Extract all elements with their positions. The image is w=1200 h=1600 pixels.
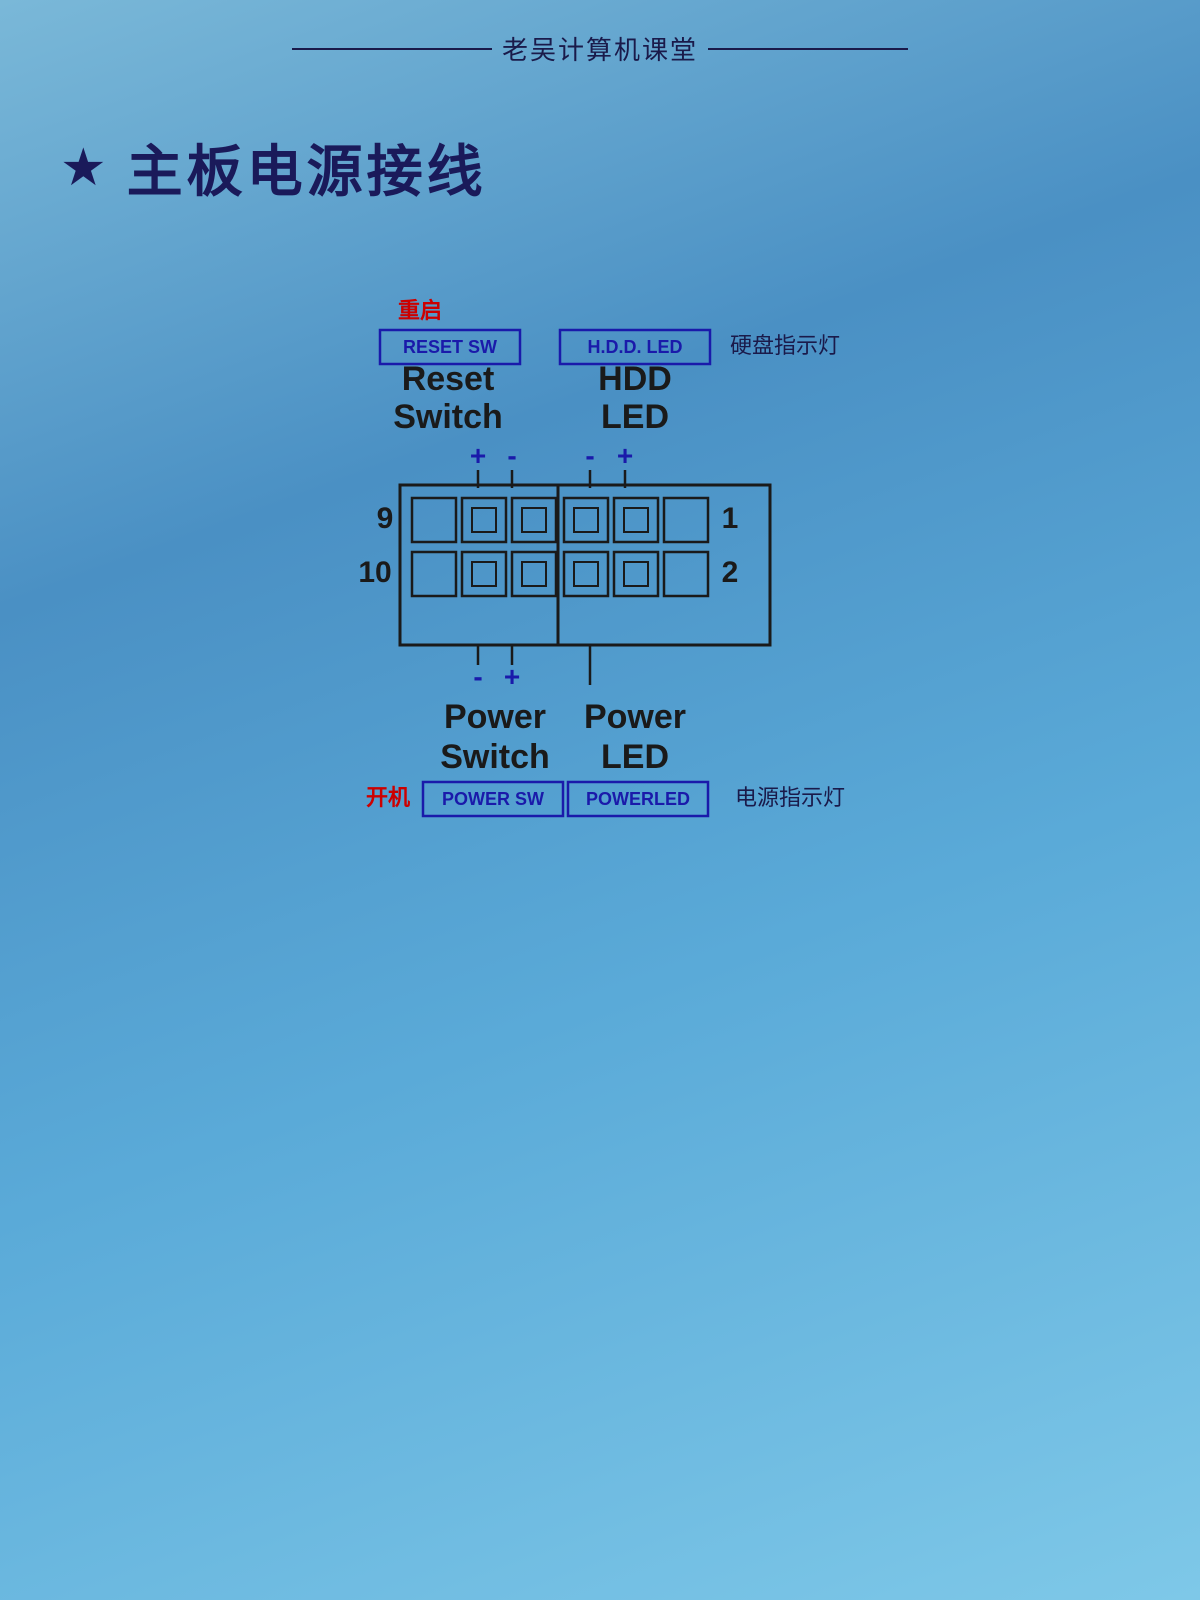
reset-name-line1: Reset [402,360,495,398]
header-title: 老吴计算机课堂 [502,30,698,67]
hdd-cn-label: 硬盘指示灯 [730,333,840,358]
page-header: 老吴计算机课堂 [0,0,1200,67]
power-switch-name2: Switch [440,738,550,776]
reset-name-line2: Switch [393,398,503,436]
power-switch-name1: Power [444,698,546,736]
power-sw-label: POWER SW [442,789,544,809]
diagram-container: RESET SW 重启 H.D.D. LED 硬盘指示灯 Reset Switc… [320,270,880,895]
header-line-right [708,48,908,50]
power-led-name1: Power [584,698,686,736]
reset-plus-top: + [470,440,486,471]
page-title-section: ★ 主板电源接线 [60,127,1200,208]
power-plus-bottom: + [504,661,520,692]
pin-9: 9 [377,502,394,535]
connector-diagram-svg: RESET SW 重启 H.D.D. LED 硬盘指示灯 Reset Switc… [320,270,880,890]
header-line-left [292,48,492,50]
power-minus-bottom: - [473,661,482,692]
page-title: 主板电源接线 [127,127,487,208]
power-led-name2: LED [601,738,669,776]
hdd-name-line2: LED [601,398,669,436]
power-led-label: POWERLED [586,789,690,809]
hdd-led-label: H.D.D. LED [587,337,682,357]
reset-sw-label: RESET SW [403,337,497,357]
hdd-name-line1: HDD [598,360,672,398]
pin-1: 1 [722,502,739,535]
reset-minus-top: - [507,440,516,471]
hdd-minus-top: - [585,440,594,471]
hdd-plus-top: + [617,440,633,471]
pin-2: 2 [722,556,739,589]
star-icon: ★ [60,138,107,198]
power-led-cn-label: 电源指示灯 [735,785,845,810]
power-on-cn-label: 开机 [366,785,410,810]
reset-cn-label: 重启 [398,298,442,323]
pin-10: 10 [358,556,391,589]
